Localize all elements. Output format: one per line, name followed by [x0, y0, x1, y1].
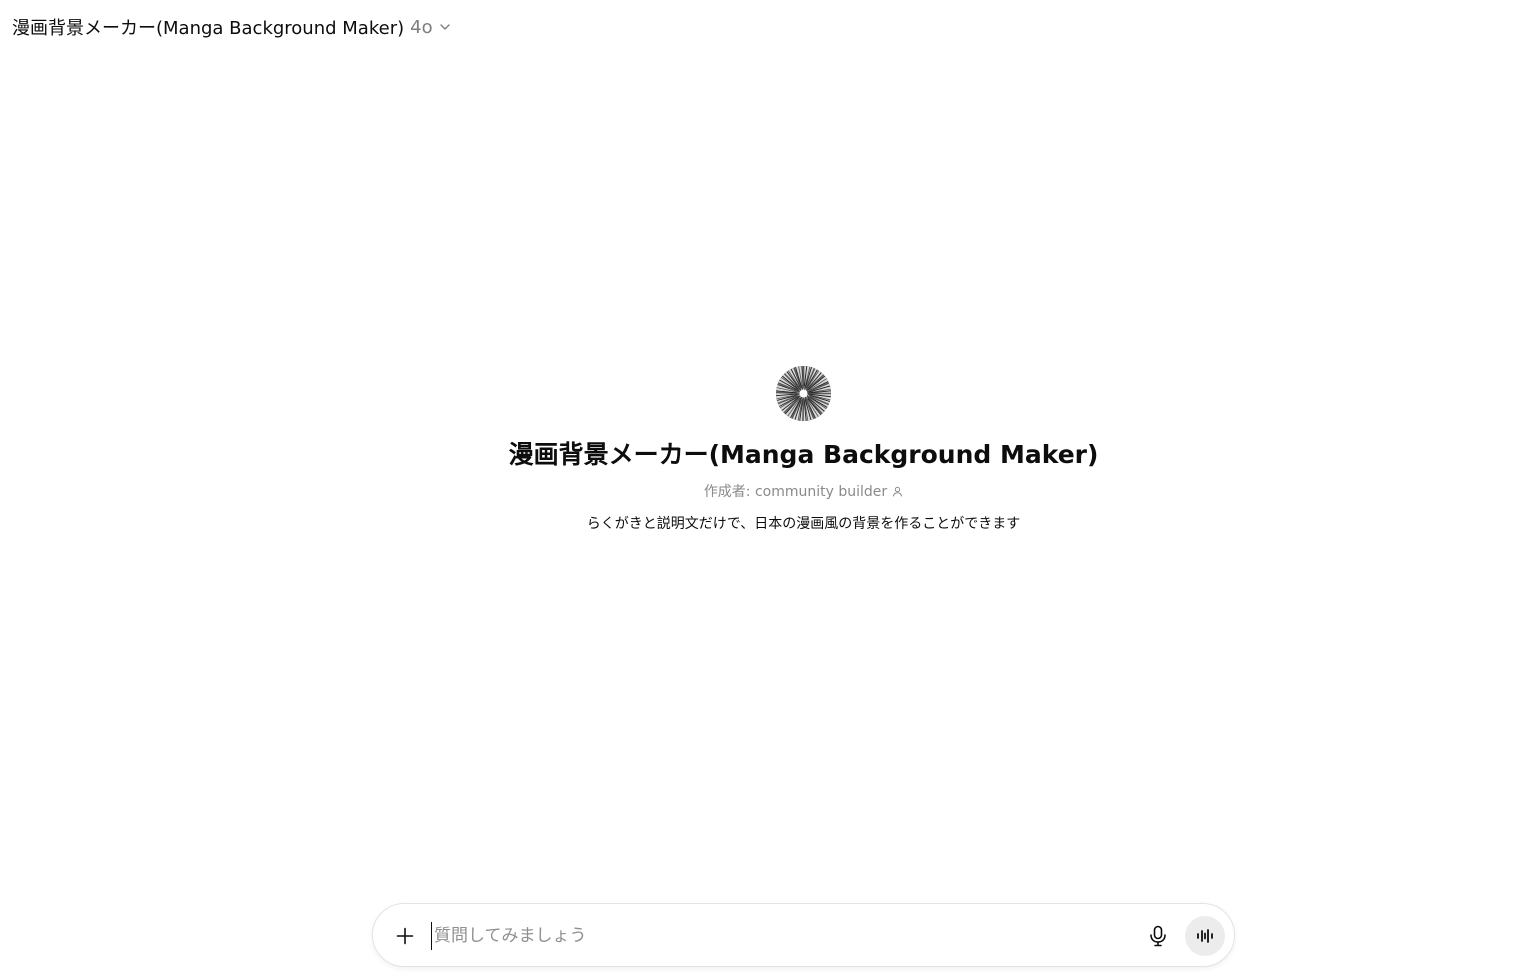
header-title: 漫画背景メーカー(Manga Background Maker): [12, 18, 405, 39]
microphone-icon: [1150, 925, 1166, 947]
gpt-model-selector[interactable]: 漫画背景メーカー(Manga Background Maker) 4o: [12, 14, 451, 40]
gpt-author[interactable]: 作成者: community builder: [704, 481, 903, 501]
gpt-description: らくがきと説明文だけで、日本の漫画風の背景を作ることができます: [586, 516, 1021, 532]
chevron-down-icon: [439, 21, 451, 33]
voice-mode-icon: [1197, 929, 1213, 943]
message-input[interactable]: [431, 922, 1134, 950]
message-composer: [372, 903, 1235, 967]
chat-page: 漫画背景メーカー(Manga Background Maker) 4o 漫画背景…: [0, 0, 1517, 975]
model-label: 4o: [410, 16, 433, 38]
gpt-avatar: [776, 366, 831, 421]
speed-lines-avatar: [776, 366, 831, 421]
gpt-author-label: 作成者: community builder: [703, 484, 888, 500]
gpt-title: 漫画背景メーカー(Manga Background Maker): [508, 440, 1099, 469]
person-icon: [892, 486, 903, 497]
gpt-profile: 漫画背景メーカー(Manga Background Maker) 作成者: co…: [0, 366, 1517, 533]
plus-icon: [396, 927, 414, 945]
attach-button[interactable]: [393, 924, 417, 948]
voice-mode-button[interactable]: [1185, 916, 1225, 956]
dictate-button[interactable]: [1146, 924, 1170, 948]
speed-line: [802, 397, 805, 421]
